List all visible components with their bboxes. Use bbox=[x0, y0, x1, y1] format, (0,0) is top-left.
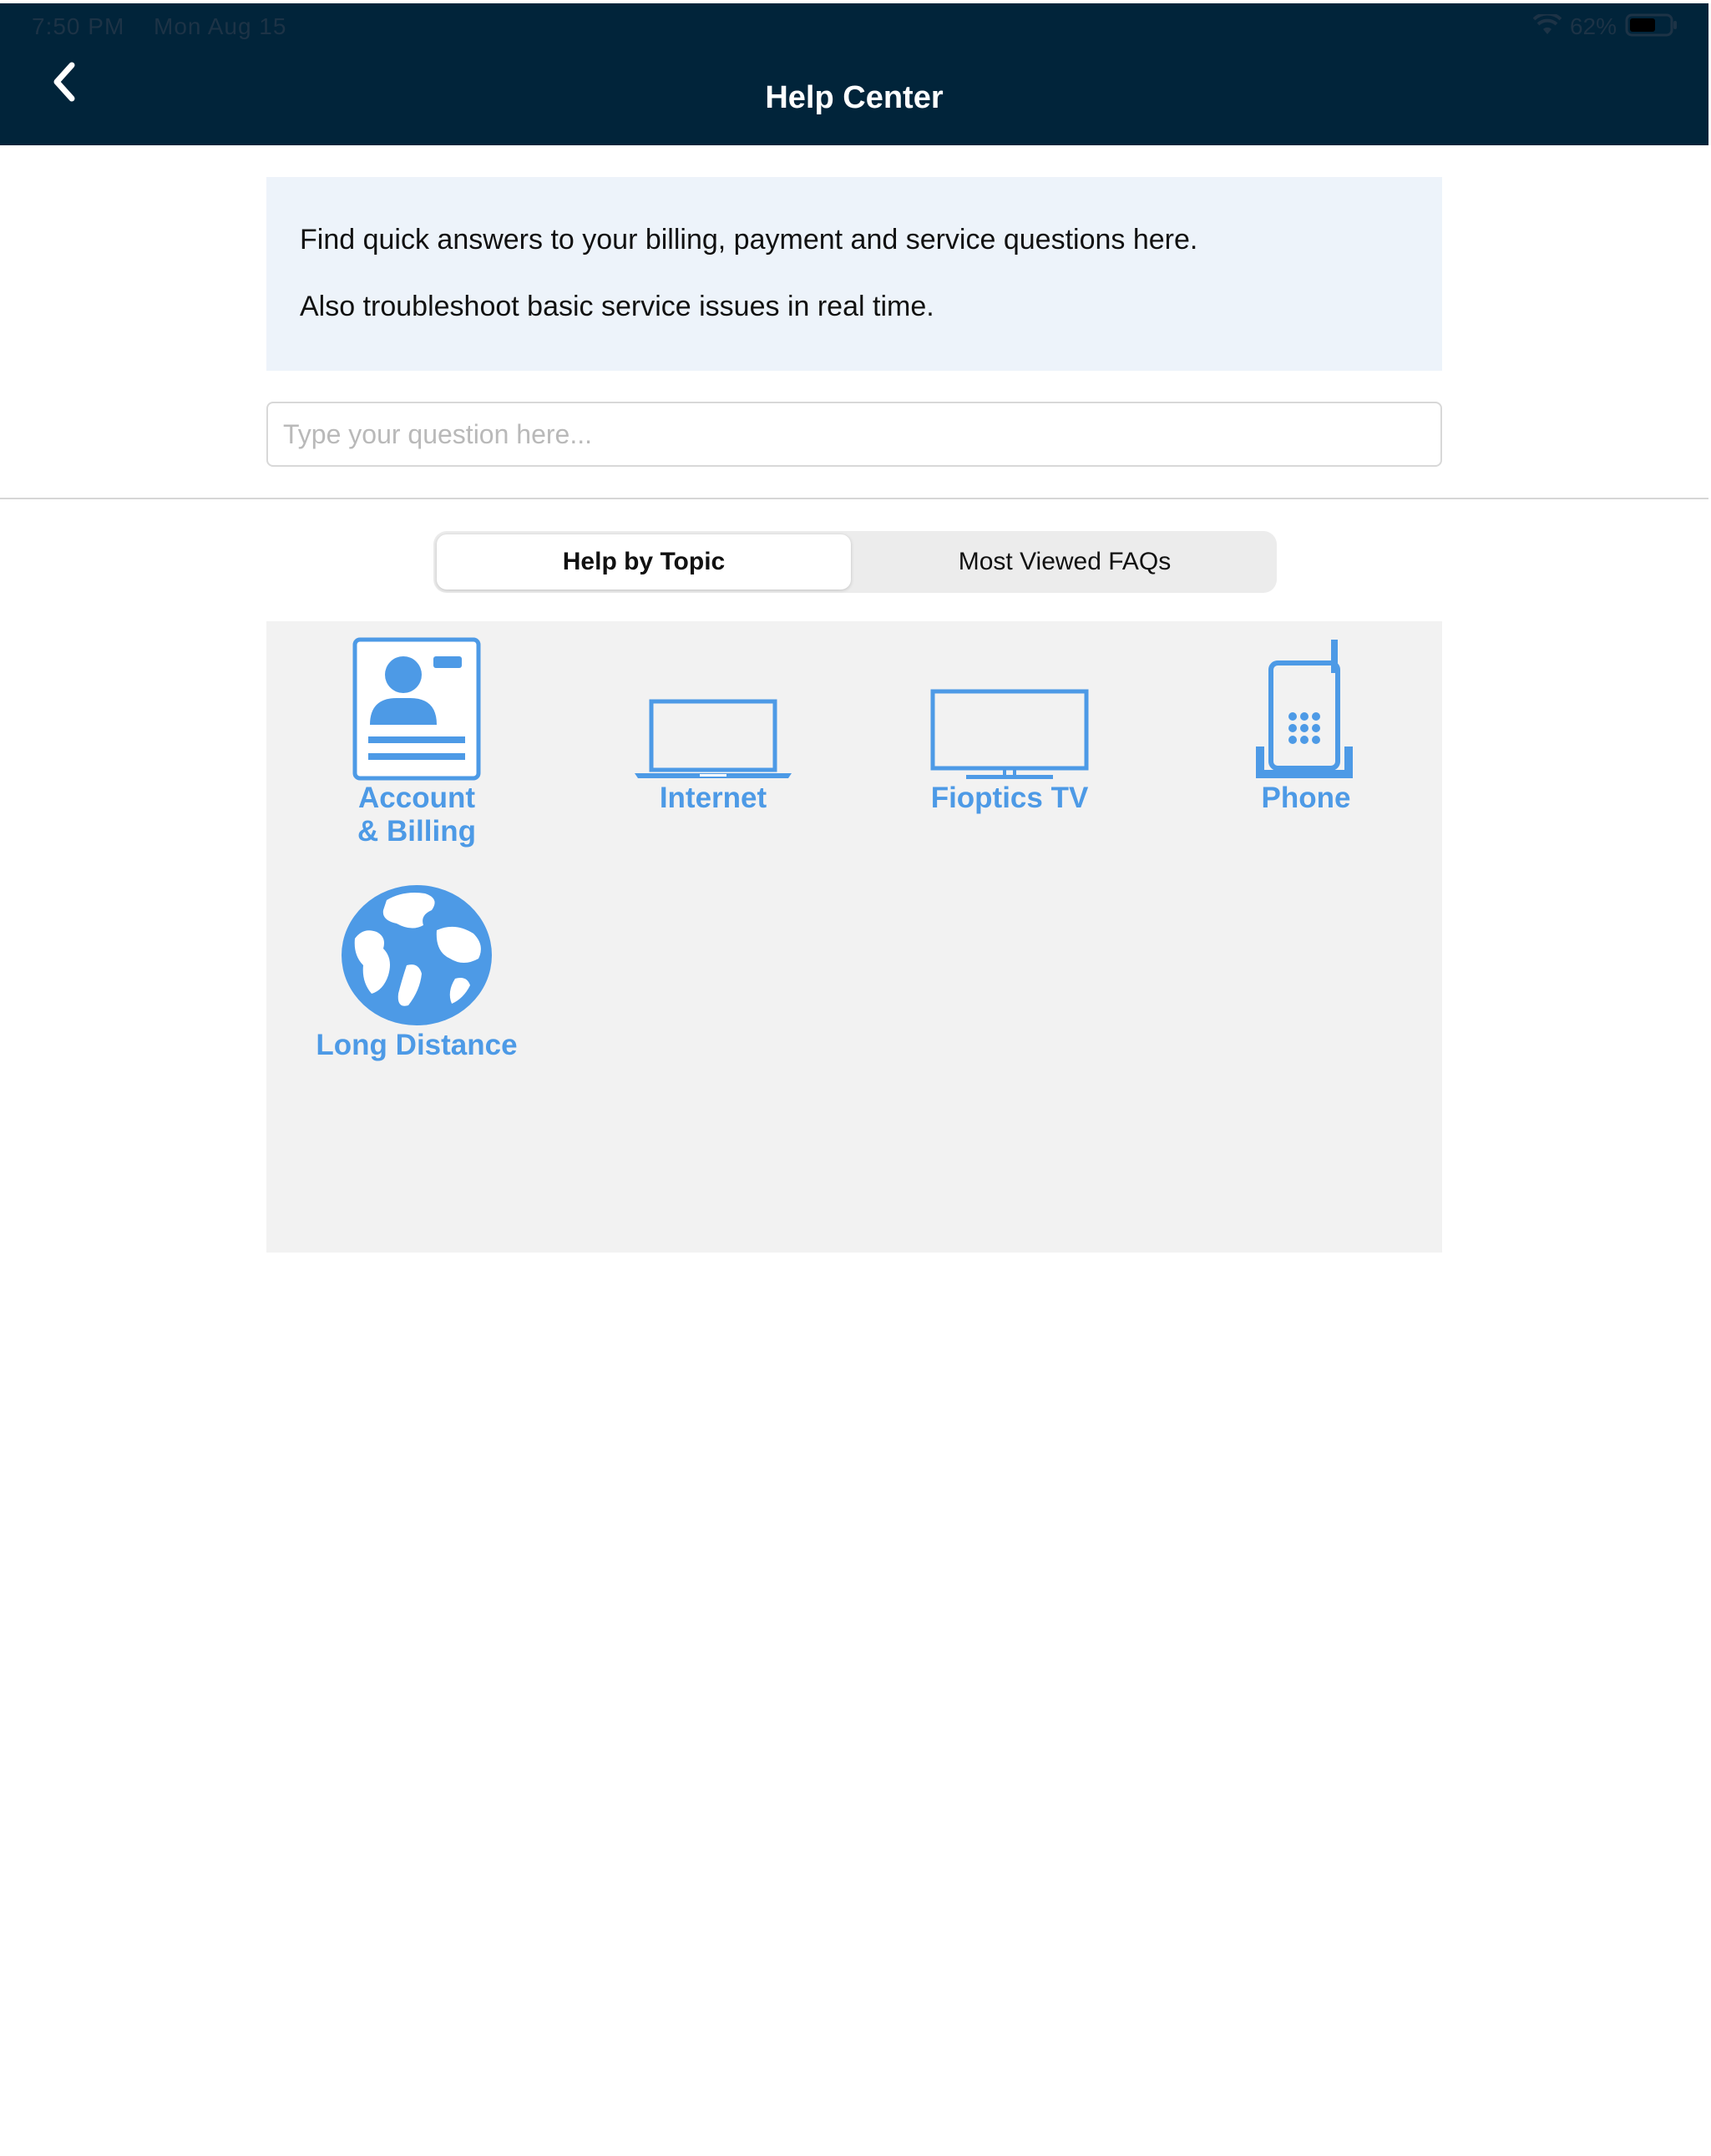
cordless-phone-icon bbox=[1248, 638, 1364, 782]
battery-icon bbox=[1625, 13, 1678, 42]
topic-tabs: Help by Topic Most Viewed FAQs bbox=[433, 531, 1277, 593]
topic-label: Long Distance bbox=[316, 1029, 518, 1061]
intro-line-2: Also troubleshoot basic service issues i… bbox=[300, 291, 934, 322]
topic-label: Internet bbox=[659, 782, 767, 814]
help-center-screen: 7:50 PM Mon Aug 15 62% Help Center Find … bbox=[0, 0, 1711, 2156]
intro-box: Find quick answers to your billing, paym… bbox=[266, 177, 1442, 371]
topic-phone[interactable]: Phone bbox=[1214, 638, 1398, 815]
intro-line-1: Find quick answers to your billing, paym… bbox=[300, 224, 1198, 256]
battery-percent: 62% bbox=[1569, 13, 1617, 39]
topic-label: Phone bbox=[1261, 782, 1351, 814]
laptop-icon bbox=[631, 663, 795, 782]
status-indicators: 62% bbox=[1532, 12, 1678, 42]
topics-grid: Account & Billing Internet Fioptics TV P… bbox=[266, 621, 1442, 1253]
divider bbox=[0, 498, 1708, 499]
status-date: Mon Aug 15 bbox=[154, 13, 287, 39]
globe-icon bbox=[335, 880, 499, 1029]
topic-fioptics-tv[interactable]: Fioptics TV bbox=[901, 663, 1118, 815]
topic-long-distance[interactable]: Long Distance bbox=[300, 880, 534, 1062]
topic-account-billing[interactable]: Account & Billing bbox=[325, 635, 509, 848]
topic-label: Fioptics TV bbox=[930, 782, 1089, 814]
status-time: 7:50 PM bbox=[32, 13, 125, 39]
page-title: Help Center bbox=[765, 80, 944, 115]
tab-help-by-topic[interactable]: Help by Topic bbox=[437, 534, 851, 590]
topic-internet[interactable]: Internet bbox=[621, 663, 805, 815]
tv-icon bbox=[928, 663, 1091, 782]
tab-most-viewed-faqs[interactable]: Most Viewed FAQs bbox=[856, 534, 1273, 590]
header-bar: 7:50 PM Mon Aug 15 62% Help Center bbox=[0, 3, 1708, 145]
wifi-icon bbox=[1532, 12, 1562, 40]
account-card-icon bbox=[350, 635, 483, 782]
search-input[interactable] bbox=[266, 402, 1442, 467]
topic-label: Account & Billing bbox=[357, 782, 476, 848]
